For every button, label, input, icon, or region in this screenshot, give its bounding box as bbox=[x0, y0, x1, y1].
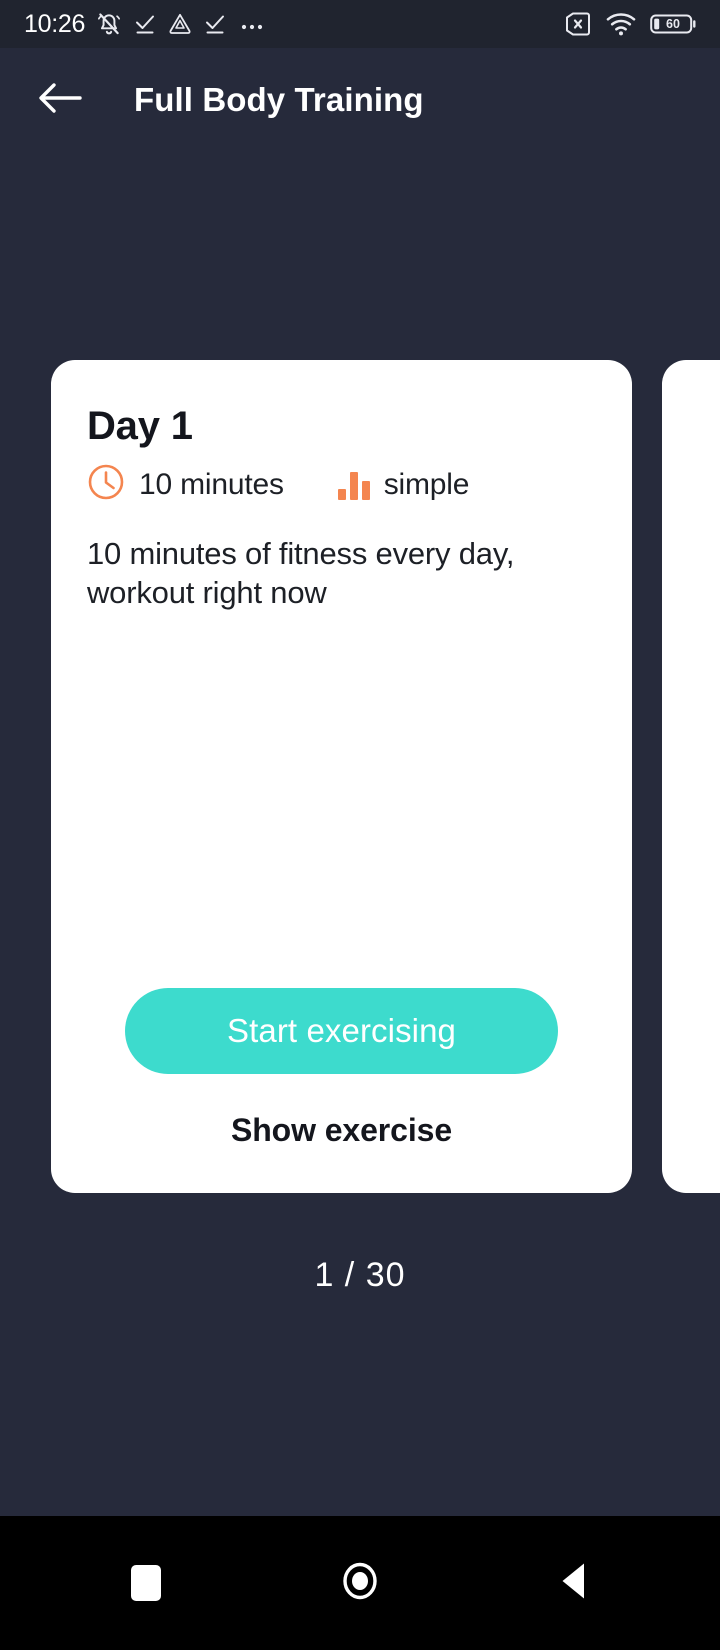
home-button[interactable] bbox=[318, 1541, 402, 1625]
day-title: Day 1 bbox=[87, 404, 193, 448]
app-bar: Full Body Training bbox=[0, 48, 720, 152]
wifi-icon bbox=[606, 11, 636, 37]
page-title: Full Body Training bbox=[134, 81, 424, 118]
workout-day-card-next[interactable] bbox=[662, 360, 720, 1193]
clock-icon bbox=[87, 463, 125, 506]
back-button[interactable] bbox=[32, 72, 88, 128]
card-description: 10 minutes of fitness every day, workout… bbox=[87, 536, 515, 611]
system-navigation-bar bbox=[0, 1516, 720, 1650]
check-underline-icon bbox=[133, 12, 157, 36]
recents-button[interactable] bbox=[104, 1541, 188, 1625]
status-clock: 10:26 bbox=[24, 9, 86, 38]
triangle-back-icon bbox=[557, 1559, 591, 1608]
battery-icon: 60 bbox=[650, 11, 698, 37]
status-bar-left: 10:26 bbox=[24, 11, 268, 37]
card-meta-row: 10 minutes simple bbox=[87, 463, 596, 506]
difficulty-meta: simple bbox=[337, 467, 470, 502]
pager-indicator: 1 / 30 bbox=[314, 1256, 406, 1294]
show-exercise-button[interactable]: Show exercise bbox=[215, 1106, 468, 1155]
more-overflow-icon bbox=[238, 12, 268, 36]
bar-chart-icon bbox=[337, 470, 370, 500]
duration-meta: 10 minutes bbox=[87, 463, 284, 506]
arrow-left-icon bbox=[38, 81, 82, 120]
bell-muted-icon bbox=[96, 11, 122, 37]
difficulty-label: simple bbox=[383, 467, 470, 501]
sim-card-x-icon bbox=[564, 11, 592, 37]
card-track: Day 1 10 minutes simple 10 minutes of fi… bbox=[0, 360, 720, 1193]
duration-label: 10 minutes bbox=[139, 467, 284, 501]
battery-level-text: 60 bbox=[666, 17, 680, 31]
status-bar-right: 60 bbox=[564, 11, 698, 37]
workout-day-card[interactable]: Day 1 10 minutes simple 10 minutes of fi… bbox=[51, 360, 632, 1193]
back-nav-button[interactable] bbox=[532, 1541, 616, 1625]
square-recents-icon bbox=[131, 1565, 161, 1601]
card-actions: Start exercising Show exercise bbox=[87, 988, 596, 1155]
start-exercising-button[interactable]: Start exercising bbox=[125, 988, 558, 1074]
triangle-drive-icon bbox=[168, 12, 192, 36]
check-underline-icon bbox=[203, 12, 227, 36]
status-bar: 10:26 60 bbox=[0, 0, 720, 48]
circle-home-icon bbox=[337, 1557, 383, 1610]
